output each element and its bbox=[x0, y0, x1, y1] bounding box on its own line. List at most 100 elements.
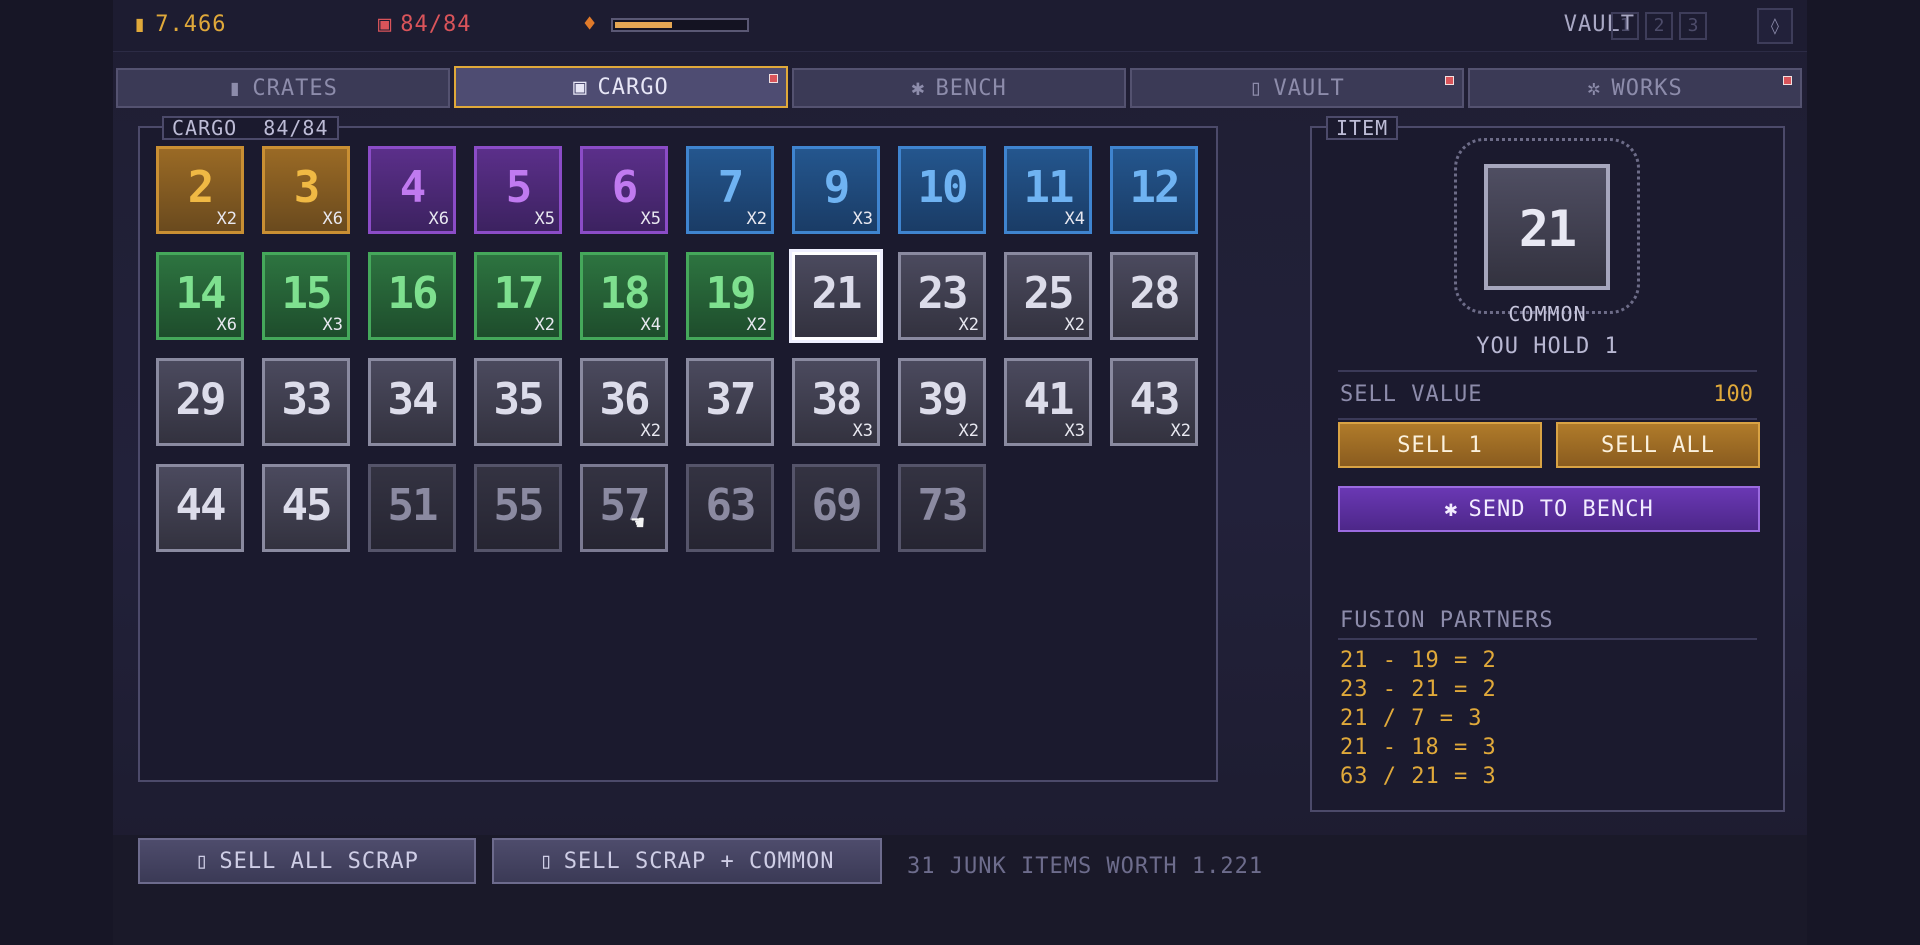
cargo-item-tile[interactable]: 38 X3 bbox=[792, 358, 880, 446]
main-tabs: ▮ CRATES ▣ CARGO ✱ BENCH ▯ VAULT ✲ WORKS bbox=[116, 66, 1802, 110]
cargo-item-tile[interactable]: 73 bbox=[898, 464, 986, 552]
cargo-item-tile[interactable]: 25 X2 bbox=[1004, 252, 1092, 340]
cargo-item-tile[interactable]: 63 bbox=[686, 464, 774, 552]
tab-bench[interactable]: ✱ BENCH bbox=[792, 68, 1126, 108]
item-count: X6 bbox=[322, 209, 343, 229]
item-number: 5 bbox=[505, 162, 533, 213]
tab-works[interactable]: ✲ WORKS bbox=[1468, 68, 1802, 108]
cargo-item-tile[interactable]: 69 bbox=[792, 464, 880, 552]
item-number: 12 bbox=[1129, 162, 1181, 213]
notification-dot bbox=[1783, 76, 1792, 85]
item-count: X2 bbox=[958, 315, 979, 335]
hand-cursor-icon: ☚ bbox=[631, 511, 645, 536]
item-number: 9 bbox=[823, 162, 851, 213]
cargo-item-tile[interactable]: 44 bbox=[156, 464, 244, 552]
tab-vault[interactable]: ▯ VAULT bbox=[1130, 68, 1464, 108]
item-number: 41 bbox=[1023, 374, 1075, 425]
cargo-item-tile[interactable]: 41 X3 bbox=[1004, 358, 1092, 446]
cargo-item-tile[interactable]: 45 bbox=[262, 464, 350, 552]
cargo-item-tile[interactable]: 15 X3 bbox=[262, 252, 350, 340]
item-count: X5 bbox=[640, 209, 661, 229]
cargo-item-tile[interactable]: 3 X6 bbox=[262, 146, 350, 234]
divider bbox=[1338, 638, 1757, 640]
tab-cargo[interactable]: ▣ CARGO bbox=[454, 66, 788, 108]
vault-slots: 1 2 3 bbox=[1611, 12, 1707, 40]
cargo-item-tile[interactable]: 4 X6 bbox=[368, 146, 456, 234]
item-number: 43 bbox=[1129, 374, 1181, 425]
fusion-row[interactable]: 23 - 21 = 2 bbox=[1340, 677, 1497, 706]
crate-icon: ▣ bbox=[573, 74, 588, 100]
item-count: X6 bbox=[216, 315, 237, 335]
sell-one-label: SELL 1 bbox=[1397, 432, 1483, 458]
right-margin bbox=[1807, 0, 1920, 945]
settings-button[interactable]: ◊ bbox=[1757, 8, 1793, 44]
item-number: 37 bbox=[705, 374, 757, 425]
cargo-item-tile[interactable]: 55 bbox=[474, 464, 562, 552]
item-count: X3 bbox=[322, 315, 343, 335]
cargo-item-tile[interactable]: 14 X6 bbox=[156, 252, 244, 340]
item-count: X2 bbox=[746, 209, 767, 229]
cargo-item-tile[interactable]: 19 X2 bbox=[686, 252, 774, 340]
item-number: 10 bbox=[917, 162, 969, 213]
cargo-item-tile[interactable]: 6 X5 bbox=[580, 146, 668, 234]
item-count: X6 bbox=[428, 209, 449, 229]
cargo-item-tile[interactable]: 5 X5 bbox=[474, 146, 562, 234]
cargo-item-tile[interactable]: 16 bbox=[368, 252, 456, 340]
cargo-item-tile[interactable]: 2 X2 bbox=[156, 146, 244, 234]
item-number: 18 bbox=[599, 268, 651, 319]
sell-one-button[interactable]: SELL 1 bbox=[1338, 422, 1542, 468]
cargo-item-tile[interactable]: 57 ☚ bbox=[580, 464, 668, 552]
cargo-panel: CARGO 84/84 2 X2 3 X6 4 X6 5 X5 6 X5 7 X2 9 X3 10 11 X4 1… bbox=[138, 116, 1218, 782]
cargo-item-tile[interactable]: 36 X2 bbox=[580, 358, 668, 446]
cargo-item-tile[interactable]: 51 bbox=[368, 464, 456, 552]
cargo-item-tile[interactable]: 35 bbox=[474, 358, 562, 446]
fusion-row[interactable]: 21 - 19 = 2 bbox=[1340, 648, 1497, 677]
item-number: 51 bbox=[387, 480, 439, 531]
item-count: X4 bbox=[640, 315, 661, 335]
tab-label: CARGO bbox=[597, 74, 669, 100]
cargo-item-tile[interactable]: 17 X2 bbox=[474, 252, 562, 340]
fusion-row[interactable]: 21 / 7 = 3 bbox=[1340, 706, 1497, 735]
item-count: X3 bbox=[852, 209, 873, 229]
cargo-item-tile[interactable]: 23 X2 bbox=[898, 252, 986, 340]
vault-slot-2[interactable]: 2 bbox=[1645, 12, 1673, 40]
cargo-item-tile[interactable]: 37 bbox=[686, 358, 774, 446]
cargo-item-tile[interactable]: 11 X4 bbox=[1004, 146, 1092, 234]
item-number: 36 bbox=[599, 374, 651, 425]
vault-slot-3[interactable]: 3 bbox=[1679, 12, 1707, 40]
sell-all-scrap-button[interactable]: ▯ SELL ALL SCRAP bbox=[138, 838, 476, 884]
coin-stack-icon: ▮ bbox=[133, 12, 148, 37]
cargo-item-tile[interactable]: 28 bbox=[1110, 252, 1198, 340]
tab-crates[interactable]: ▮ CRATES bbox=[116, 68, 450, 108]
wrench-icon: ✱ bbox=[1444, 496, 1459, 522]
fusion-row[interactable]: 63 / 21 = 3 bbox=[1340, 764, 1497, 793]
item-count: X2 bbox=[640, 421, 661, 441]
lock-icon: ▯ bbox=[1249, 75, 1264, 101]
item-count: X2 bbox=[534, 315, 555, 335]
tab-label: WORKS bbox=[1611, 75, 1683, 101]
coins-stat: ▮ 7.466 bbox=[133, 12, 226, 37]
item-number: 3 bbox=[293, 162, 321, 213]
send-to-bench-button[interactable]: ✱ SEND TO BENCH bbox=[1338, 486, 1760, 532]
cargo-item-tile[interactable]: 43 X2 bbox=[1110, 358, 1198, 446]
cargo-item-tile[interactable]: 34 bbox=[368, 358, 456, 446]
sell-all-button[interactable]: SELL ALL bbox=[1556, 422, 1760, 468]
cargo-item-tile[interactable]: 33 bbox=[262, 358, 350, 446]
cargo-item-tile[interactable]: 29 bbox=[156, 358, 244, 446]
cargo-value: 84/84 bbox=[400, 12, 472, 37]
tab-label: VAULT bbox=[1273, 75, 1345, 101]
send-to-bench-label: SEND TO BENCH bbox=[1468, 496, 1654, 522]
cargo-item-tile[interactable]: 21 bbox=[792, 252, 880, 340]
fusion-row[interactable]: 21 - 18 = 3 bbox=[1340, 735, 1497, 764]
cargo-item-tile[interactable]: 10 bbox=[898, 146, 986, 234]
cargo-item-tile[interactable]: 7 X2 bbox=[686, 146, 774, 234]
item-number: 19 bbox=[705, 268, 757, 319]
sell-scrap-common-button[interactable]: ▯ SELL SCRAP + COMMON bbox=[492, 838, 882, 884]
item-count: X2 bbox=[1170, 421, 1191, 441]
vault-slot-1[interactable]: 1 bbox=[1611, 12, 1639, 40]
item-number: 69 bbox=[811, 480, 863, 531]
cargo-item-tile[interactable]: 12 bbox=[1110, 146, 1198, 234]
cargo-item-tile[interactable]: 9 X3 bbox=[792, 146, 880, 234]
cargo-item-tile[interactable]: 39 X2 bbox=[898, 358, 986, 446]
cargo-item-tile[interactable]: 18 X4 bbox=[580, 252, 668, 340]
